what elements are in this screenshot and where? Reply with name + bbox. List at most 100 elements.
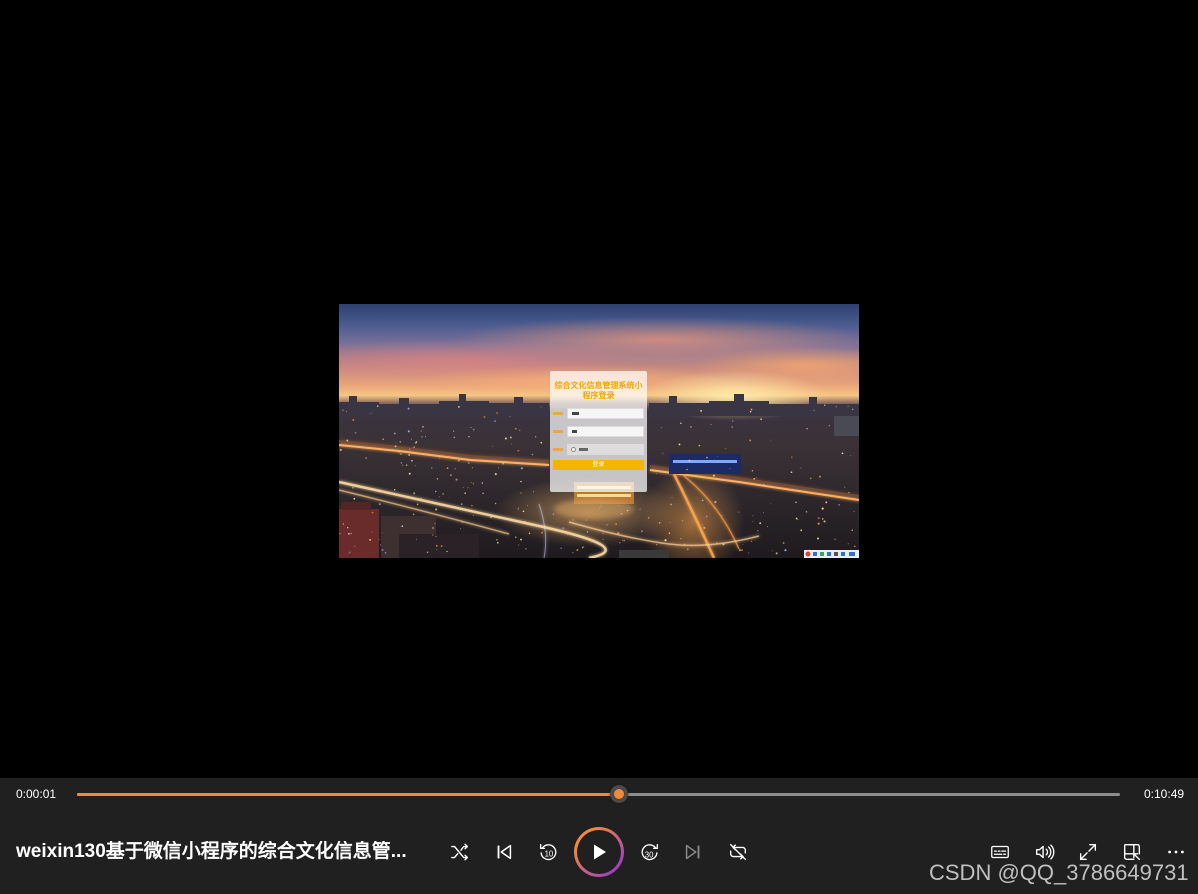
city-light (854, 545, 856, 547)
city-light (700, 409, 703, 412)
login-card: 综合文化信息管理系统小程序登录 登录 (550, 371, 647, 492)
city-light (432, 526, 435, 530)
city-light (494, 473, 497, 476)
city-light (540, 406, 542, 408)
city-light (471, 467, 474, 469)
city-light (353, 497, 356, 500)
city-light (440, 545, 443, 547)
city-light (464, 492, 466, 494)
city-light (828, 425, 831, 427)
city-light (835, 406, 837, 408)
city-light (436, 478, 439, 480)
city-light (342, 409, 344, 411)
city-light (461, 521, 463, 523)
city-light (821, 518, 824, 520)
city-light (640, 530, 644, 533)
current-time: 0:00:01 (16, 787, 57, 801)
video-frame: 综合文化信息管理系统小程序登录 登录 (339, 304, 859, 558)
city-light (435, 490, 437, 493)
city-light (698, 444, 701, 447)
password-field (567, 426, 644, 437)
role-radio (571, 447, 576, 452)
city-light (782, 542, 785, 544)
city-light (424, 436, 427, 438)
city-light (470, 427, 472, 429)
city-light (399, 441, 401, 443)
city-light (514, 427, 517, 430)
city-light (707, 544, 710, 546)
seek-thumb[interactable] (610, 785, 629, 803)
login-title: 综合文化信息管理系统小程序登录 (554, 381, 643, 400)
city-light (431, 467, 433, 469)
city-light (346, 439, 349, 442)
city-light (407, 407, 410, 410)
city-light (592, 528, 595, 530)
city-light (394, 445, 397, 448)
forward-30-icon: 30 (641, 843, 659, 861)
city-light (435, 545, 438, 547)
city-light (339, 448, 342, 451)
city-light (759, 522, 762, 525)
city-light (617, 532, 620, 535)
next-button[interactable] (673, 832, 713, 872)
city-light (741, 549, 743, 551)
city-light (455, 478, 458, 481)
city-light (619, 541, 621, 544)
city-light (426, 551, 429, 554)
city-light (436, 549, 438, 551)
city-light (435, 535, 437, 538)
city-light (617, 534, 619, 536)
city-light (655, 473, 657, 475)
city-light (712, 474, 715, 477)
password-label (553, 430, 563, 433)
city-light (585, 519, 587, 521)
city-light (566, 533, 568, 536)
repeat-icon (729, 843, 747, 861)
city-light (732, 420, 734, 422)
city-light (806, 428, 808, 430)
previous-button[interactable] (484, 832, 524, 872)
shuffle-button[interactable] (440, 832, 480, 872)
city-light (482, 492, 484, 495)
city-light (795, 501, 797, 503)
city-light (763, 512, 764, 514)
city-light (528, 532, 531, 534)
city-light (800, 529, 803, 532)
city-light (688, 459, 691, 462)
city-light (348, 532, 350, 535)
city-light (817, 522, 820, 525)
city-light (752, 515, 754, 517)
taskbar-strip (804, 550, 859, 558)
city-light (784, 549, 787, 552)
video-area[interactable]: 综合文化信息管理系统小程序登录 登录 (0, 0, 1198, 778)
city-light (748, 552, 749, 554)
city-light (524, 521, 526, 523)
password-value (572, 430, 577, 433)
city-light (750, 408, 753, 411)
city-light (520, 467, 523, 470)
play-button[interactable] (574, 827, 624, 877)
city-light (670, 503, 672, 506)
city-light (497, 467, 500, 469)
rewind-button[interactable]: 10 (528, 832, 568, 872)
city-light (847, 405, 849, 407)
city-light (602, 538, 604, 541)
city-light (518, 429, 521, 432)
city-light (702, 524, 704, 526)
city-light (751, 469, 754, 472)
city-light (668, 532, 671, 534)
city-light (408, 454, 410, 456)
city-light (680, 422, 682, 424)
city-light (453, 436, 456, 439)
city-light (841, 452, 844, 455)
city-light (581, 547, 584, 549)
city-light (686, 468, 688, 471)
city-light (342, 523, 345, 525)
seek-track[interactable] (77, 785, 1120, 803)
city-light (540, 441, 543, 444)
city-light (398, 451, 400, 454)
forward-button[interactable]: 30 (630, 832, 670, 872)
city-light (345, 410, 347, 412)
city-light (572, 519, 574, 521)
repeat-button[interactable] (718, 832, 758, 872)
